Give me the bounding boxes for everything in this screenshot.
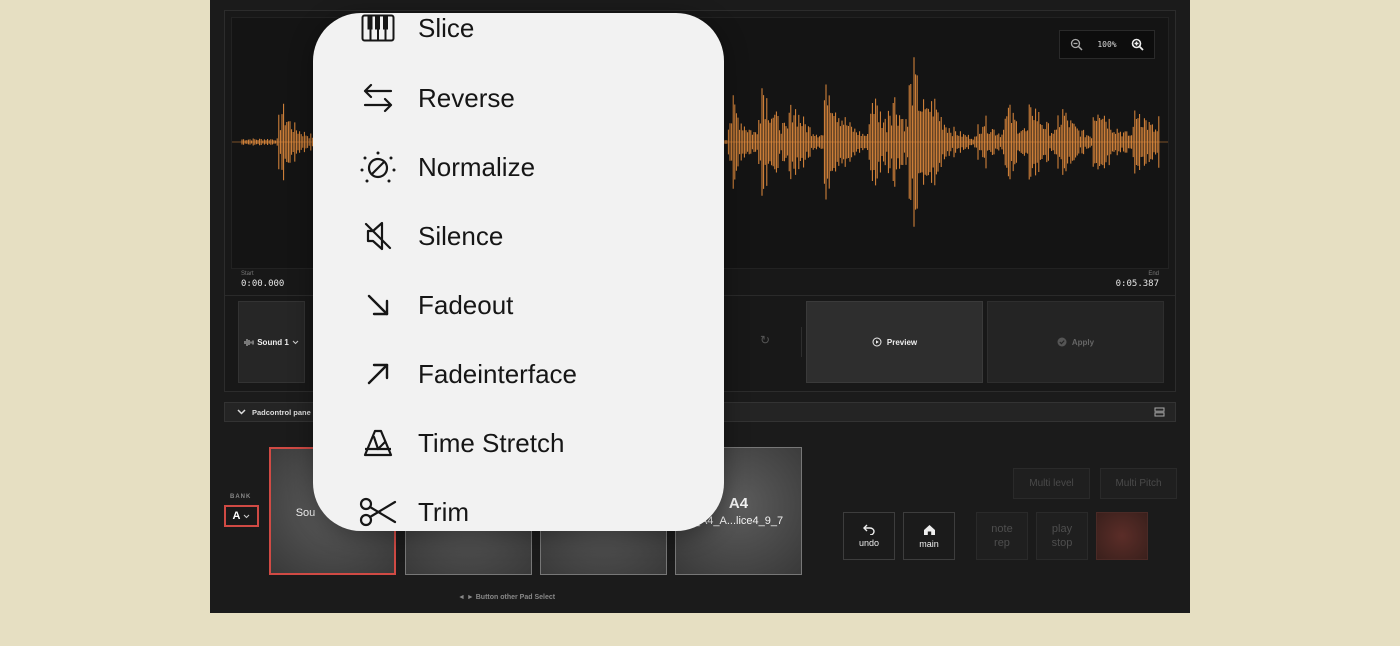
apply-label: Apply [1071,337,1095,347]
start-value: 0:00.000 [241,279,285,289]
zoom-in-icon[interactable] [1130,37,1146,53]
arrow-up-right-icon [359,355,397,393]
scissors-icon [359,493,397,531]
home-icon [923,524,935,535]
piano-keys-icon [359,13,397,47]
metronome-icon [359,424,397,462]
arrow-down-right-icon [359,286,397,324]
speaker-muted-icon [359,217,397,255]
menu-item-label: Normalize [418,151,536,182]
swap-arrows-icon [359,79,397,117]
menu-item-normalize[interactable]: Normalize [359,142,535,192]
toolbar-divider [801,327,802,357]
layers-icon[interactable] [1154,407,1165,417]
menu-item-slice[interactable]: Slice [359,13,474,53]
bank-value: A [232,510,241,522]
multi-level-button[interactable]: Multi level [1013,468,1090,499]
preview-button[interactable]: Preview [806,301,983,383]
apply-button[interactable]: Apply [987,301,1164,383]
menu-item-silence[interactable]: Silence [359,211,503,261]
undo-button[interactable]: undo [843,512,895,560]
multi-pitch-button[interactable]: Multi Pitch [1100,468,1177,499]
pad-control-title: Padcontrol pane [252,407,311,417]
start-time: Start 0:00.000 [241,271,284,289]
pad-name: A4 [728,495,749,512]
sound-selector[interactable]: Sound 1 [238,301,305,383]
menu-item-label: Fadeinterface [418,358,577,389]
undo-label: undo [858,538,880,548]
zoom-control: 100% [1059,30,1155,59]
menu-item-fadein[interactable]: Fadeinterface [359,349,577,399]
redo-icon[interactable]: ↻ [760,333,770,347]
menu-item-time-stretch[interactable]: Time Stretch [359,418,564,468]
zoom-out-icon[interactable] [1068,37,1084,53]
bank-selector[interactable]: A [224,505,259,527]
main-button[interactable]: main [903,512,955,560]
menu-item-label: Reverse [418,82,515,113]
record-pad[interactable] [1096,512,1148,560]
bank-label: BANK [230,494,252,500]
menu-item-label: Slice [418,13,475,43]
chevron-down-icon [292,340,299,344]
main-label: main [919,538,939,549]
sound-selector-label: Sound 1 [257,337,289,347]
undo-icon [863,524,875,535]
waveform-icon [244,338,254,346]
menu-item-label: Silence [418,220,504,251]
chevron-down-icon [237,409,246,415]
preview-label: Preview [886,337,918,347]
zoom-level: 100% [1097,40,1117,49]
end-time: End 0:05.387 [1116,271,1159,289]
menu-item-reverse[interactable]: Reverse [359,73,515,123]
start-label: Start [241,271,254,277]
note-repeat-button[interactable]: note rep [976,512,1028,560]
menu-item-label: Fadeout [418,289,514,320]
pad-select-hint: ◄ ► Button other Pad Select [458,594,556,601]
menu-item-fadeout[interactable]: Fadeout [359,280,513,330]
chevron-down-icon [244,514,250,518]
edit-tools-menu: Slice Reverse Normalize Silence Fadeout … [313,13,724,531]
end-label: End [1148,271,1159,277]
menu-item-trim[interactable]: Trim [359,487,469,531]
end-value: 0:05.387 [1115,279,1159,289]
play-circle-icon [872,337,882,347]
pad-subtitle: Sou [295,506,316,519]
play-stop-button[interactable]: play stop [1036,512,1088,560]
sun-slash-icon [359,148,397,186]
menu-item-label: Trim [418,496,470,527]
menu-item-label: Time Stretch [418,427,565,458]
check-circle-icon [1057,337,1067,347]
